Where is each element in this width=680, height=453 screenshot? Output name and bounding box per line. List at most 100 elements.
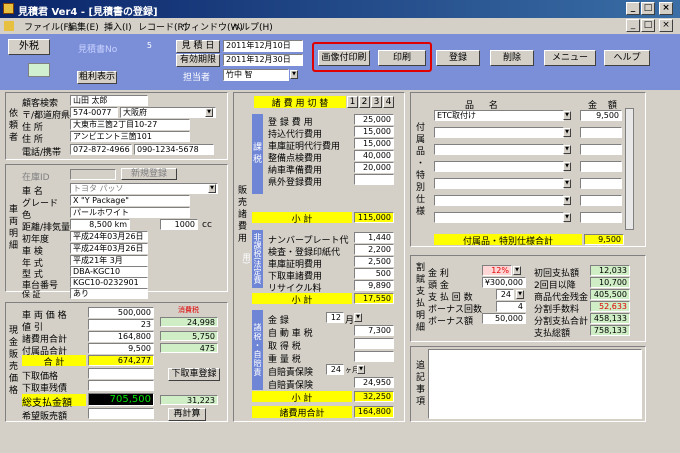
- nontax-value-3[interactable]: 500: [354, 268, 394, 279]
- displacement-input[interactable]: 1000: [160, 219, 198, 230]
- accessory-dropdown-icon[interactable]: ▼: [563, 213, 571, 222]
- acquisition-tax-value[interactable]: [354, 338, 394, 349]
- rate-select[interactable]: 12%: [482, 265, 512, 276]
- staff-dropdown-icon[interactable]: ▼: [290, 70, 298, 79]
- taxed-value-0[interactable]: 25,000: [354, 114, 394, 125]
- register-button[interactable]: 登録: [436, 50, 480, 66]
- maximize-button[interactable]: □: [641, 2, 655, 15]
- address1-input[interactable]: 大東市三箇2丁目10-27: [70, 119, 190, 130]
- nontax-value-1[interactable]: 2,200: [354, 244, 394, 255]
- fees-tab-3[interactable]: 3: [371, 96, 382, 108]
- accessory-name-input[interactable]: [434, 178, 564, 189]
- accessory-dropdown-icon[interactable]: ▼: [563, 196, 571, 205]
- insurance-months-select[interactable]: 24: [326, 364, 344, 375]
- estimate-date-button[interactable]: 見 積 日: [176, 40, 220, 53]
- taxed-value-2[interactable]: 15,000: [354, 138, 394, 149]
- menu-edit[interactable]: 編集(E): [68, 20, 99, 33]
- taxed-value-3[interactable]: 40,000: [354, 150, 394, 161]
- accessory-amount-input[interactable]: [580, 195, 622, 206]
- stock-id-input[interactable]: [70, 169, 116, 180]
- zip-input[interactable]: 574-0077: [70, 107, 118, 118]
- address2-input[interactable]: アンビエント三箇101: [70, 131, 190, 142]
- insurance-value[interactable]: 24,950: [354, 377, 394, 388]
- accessory-amount-input[interactable]: [580, 144, 622, 155]
- fees-tab-2[interactable]: 2: [359, 96, 370, 108]
- accessory-name-input[interactable]: [434, 144, 564, 155]
- bonus-amount-input[interactable]: 50,000: [482, 313, 526, 324]
- help-button[interactable]: ヘルプ: [604, 50, 650, 66]
- minimize-button[interactable]: _: [626, 2, 640, 15]
- staff-select[interactable]: 竹中 智: [223, 69, 289, 81]
- accessory-name-input[interactable]: [434, 195, 564, 206]
- accessory-dropdown-icon[interactable]: ▼: [563, 111, 571, 120]
- customer-search-input[interactable]: 山田 太郎: [70, 95, 148, 106]
- delete-button[interactable]: 削除: [490, 50, 534, 66]
- color-input[interactable]: パールホワイト: [70, 207, 190, 218]
- accessory-amount-input[interactable]: [580, 212, 622, 223]
- reg-month-select[interactable]: 12: [326, 312, 344, 323]
- menu-help[interactable]: ヘルプ(H): [232, 20, 273, 33]
- down-payment-input[interactable]: ¥300,000: [482, 277, 526, 288]
- accessories-scrollbar[interactable]: [625, 108, 634, 230]
- tel-input[interactable]: 072-872-4966: [70, 144, 132, 155]
- new-register-button[interactable]: 新規登録: [121, 168, 177, 180]
- insurance-dropdown-icon[interactable]: ▼: [357, 365, 365, 374]
- inspection-input[interactable]: 平成24年03月26日: [70, 243, 148, 254]
- desired-price-input[interactable]: [88, 408, 154, 419]
- mileage-input[interactable]: 8,500 km: [70, 219, 130, 230]
- accessory-name-input[interactable]: [434, 212, 564, 223]
- accessory-dropdown-icon[interactable]: ▼: [563, 162, 571, 171]
- pay-count-dropdown-icon[interactable]: ▼: [516, 290, 524, 299]
- tradein-debt-input[interactable]: [88, 380, 154, 391]
- reg-month-dropdown-icon[interactable]: ▼: [354, 313, 362, 322]
- accessory-name-input[interactable]: [434, 161, 564, 172]
- nontax-value-0[interactable]: 1,440: [354, 232, 394, 243]
- valid-until-input[interactable]: 2011年12月30日: [223, 54, 303, 66]
- discount-input[interactable]: 23: [88, 319, 154, 330]
- car-name-select[interactable]: トヨタ パッソ: [70, 183, 218, 194]
- accessory-name-input[interactable]: ETC取付け: [434, 110, 564, 121]
- prefecture-dropdown-icon[interactable]: ▼: [205, 108, 213, 117]
- accessory-amount-input[interactable]: [580, 178, 622, 189]
- auto-tax-value[interactable]: 7,300: [354, 325, 394, 336]
- bonus-count-input[interactable]: 4: [496, 301, 526, 312]
- nontax-value-4[interactable]: 9,890: [354, 280, 394, 291]
- recalc-button[interactable]: 再計算: [168, 408, 206, 421]
- accessory-dropdown-icon[interactable]: ▼: [563, 128, 571, 137]
- taxed-value-1[interactable]: 15,000: [354, 126, 394, 137]
- child-close-button[interactable]: ×: [659, 19, 673, 32]
- prefecture-input[interactable]: 大阪府: [120, 107, 216, 118]
- accessory-dropdown-icon[interactable]: ▼: [563, 179, 571, 188]
- chassis-input[interactable]: KGC10-0232901: [70, 277, 148, 288]
- model-code-input[interactable]: DBA-KGC10: [70, 266, 148, 277]
- warranty-input[interactable]: あり: [70, 288, 148, 299]
- menu-file[interactable]: ファイル(F): [24, 20, 72, 33]
- pay-count-select[interactable]: 24: [496, 289, 514, 300]
- accessory-name-input[interactable]: [434, 127, 564, 138]
- nontax-value-2[interactable]: 2,500: [354, 256, 394, 267]
- menu-insert[interactable]: 挿入(I): [104, 20, 132, 33]
- mobile-input[interactable]: 090-1234-5678: [134, 144, 214, 155]
- child-restore-button[interactable]: □: [641, 19, 655, 32]
- car-price-input[interactable]: 500,000: [88, 307, 154, 318]
- accessory-amount-input[interactable]: [580, 161, 622, 172]
- close-button[interactable]: ×: [659, 2, 673, 15]
- fees-tab-4[interactable]: 4: [383, 96, 394, 108]
- accessory-dropdown-icon[interactable]: ▼: [563, 145, 571, 154]
- print-with-image-button[interactable]: 画像付印刷: [318, 50, 370, 66]
- accessory-amount-input[interactable]: 9,500: [580, 110, 622, 121]
- car-name-dropdown-icon[interactable]: ▼: [208, 184, 216, 193]
- fees-tab-1[interactable]: 1: [347, 96, 358, 108]
- child-minimize-button[interactable]: _: [626, 19, 640, 32]
- tradein-price-input[interactable]: [88, 368, 154, 379]
- tradein-register-button[interactable]: 下取車登録: [168, 368, 220, 381]
- valid-until-button[interactable]: 有効期限: [176, 54, 220, 67]
- menu-button[interactable]: メニュー: [544, 50, 596, 66]
- first-reg-input[interactable]: 平成24年03月26日: [70, 231, 148, 242]
- estimate-date-input[interactable]: 2011年12月10日: [223, 40, 303, 52]
- taxed-value-5[interactable]: [354, 174, 394, 185]
- rate-dropdown-icon[interactable]: ▼: [513, 266, 521, 275]
- tax-mode-button[interactable]: 外税: [8, 39, 50, 55]
- taxed-value-4[interactable]: 20,000: [354, 162, 394, 173]
- accessory-amount-input[interactable]: [580, 127, 622, 138]
